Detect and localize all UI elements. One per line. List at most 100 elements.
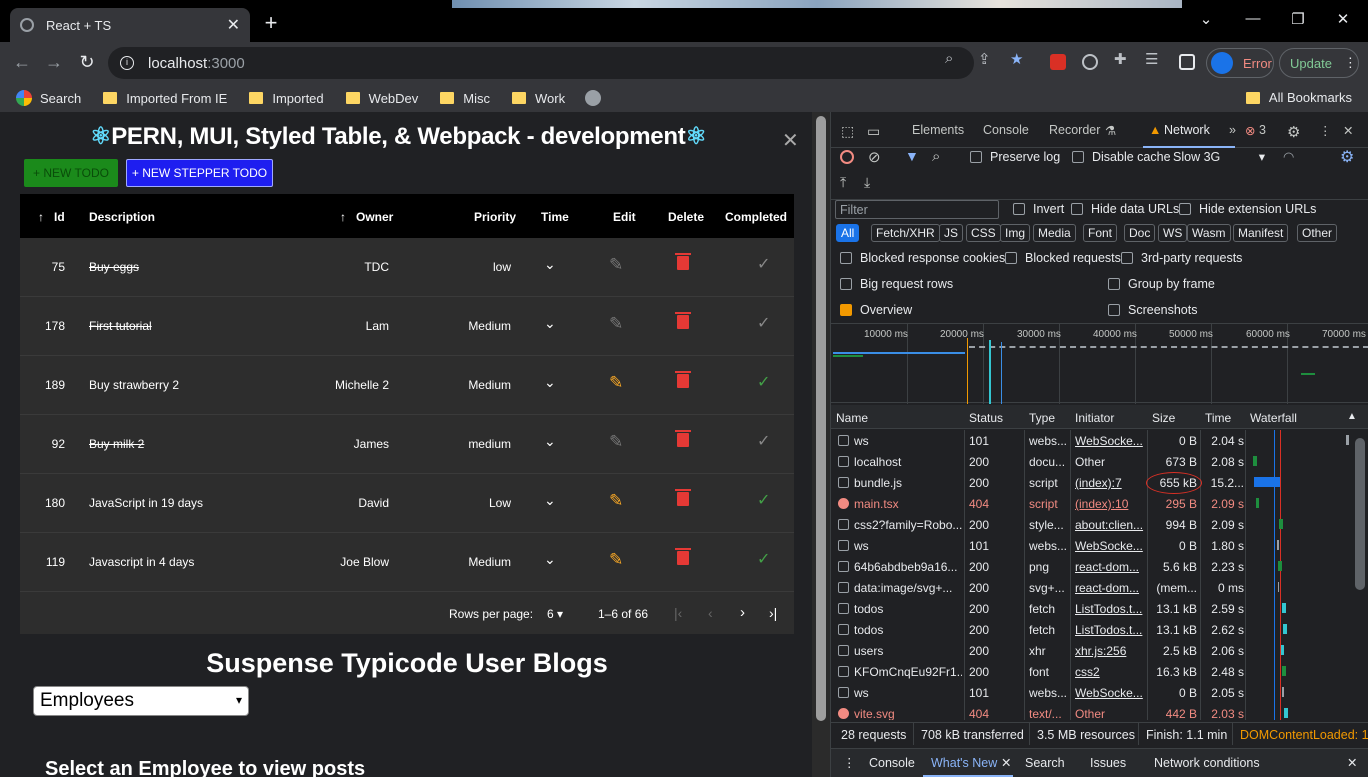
bookmark-folder-imported-from-ie[interactable]: Imported From IE — [103, 91, 227, 106]
minimize-button[interactable]: — — [1238, 10, 1268, 27]
type-filter-wasm[interactable]: Wasm — [1187, 224, 1231, 242]
prev-page-icon[interactable]: ‹ — [708, 605, 713, 621]
new-todo-button[interactable]: + NEW TODO — [24, 159, 118, 187]
request-initiator[interactable]: about:clien... — [1075, 518, 1145, 532]
request-initiator[interactable]: WebSocke... — [1075, 539, 1145, 553]
bookmark-folder-webdev[interactable]: WebDev — [345, 91, 418, 106]
filter-funnel-icon[interactable]: ▼ — [905, 148, 919, 164]
expand-time-chevron-icon[interactable]: ⌄ — [544, 551, 556, 568]
drawer-tab-console[interactable]: Console — [869, 756, 915, 770]
edit-pencil-icon[interactable]: ✎ — [609, 550, 623, 570]
tab-console[interactable]: Console — [983, 123, 1029, 137]
expand-time-chevron-icon[interactable]: ⌄ — [544, 256, 556, 273]
request-initiator[interactable]: react-dom... — [1075, 560, 1145, 574]
type-filter-all[interactable]: All — [836, 224, 860, 242]
invert-checkbox[interactable]: Invert — [1013, 202, 1064, 216]
completed-check-icon[interactable]: ✓ — [757, 490, 770, 510]
share-icon[interactable]: ⇪ — [978, 50, 991, 68]
request-initiator[interactable]: (index):7 — [1075, 476, 1145, 490]
type-filter-manifest[interactable]: Manifest — [1233, 224, 1289, 242]
request-initiator[interactable]: Other — [1075, 455, 1145, 469]
type-filter-doc[interactable]: Doc — [1124, 224, 1156, 242]
request-row[interactable]: localhost 200 docu... Other 673 B 2.08 s — [831, 451, 1351, 472]
error-icon[interactable]: ⊗ — [1245, 123, 1255, 138]
back-button[interactable]: ← — [10, 52, 34, 73]
request-row[interactable]: ws 101 webs... WebSocke... 0 B 2.04 s — [831, 430, 1351, 451]
column-header-waterfall[interactable]: Waterfall — [1250, 411, 1297, 425]
request-row[interactable]: ws 101 webs... WebSocke... 0 B 1.80 s — [831, 535, 1351, 556]
tab-elements[interactable]: Elements — [912, 123, 964, 137]
blocked-requests-checkbox[interactable]: Blocked requests — [1005, 251, 1121, 265]
type-filter-media[interactable]: Media — [1033, 224, 1076, 242]
export-har-icon[interactable]: ⤓ — [864, 174, 870, 191]
site-info-icon[interactable]: i — [120, 56, 134, 70]
tab-network[interactable]: Network — [1164, 123, 1210, 137]
close-drawer-icon[interactable]: ✕ — [1347, 755, 1357, 770]
bookmark-search[interactable]: Search — [16, 90, 81, 106]
type-filter-css[interactable]: CSS — [966, 224, 1001, 242]
request-initiator[interactable]: (index):10 — [1075, 497, 1145, 511]
edit-pencil-icon[interactable]: ✎ — [609, 255, 623, 275]
drawer-tab-network-conditions[interactable]: Network conditions — [1154, 756, 1260, 770]
expand-time-chevron-icon[interactable]: ⌄ — [544, 374, 556, 391]
scrollbar-thumb[interactable] — [816, 116, 826, 721]
profile-error-button[interactable]: Error — [1206, 48, 1274, 78]
bookmark-folder-work[interactable]: Work — [512, 91, 565, 106]
last-page-icon[interactable]: ›| — [769, 605, 777, 621]
delete-trash-icon[interactable] — [675, 371, 691, 388]
request-initiator[interactable]: WebSocke... — [1075, 434, 1145, 448]
sort-arrow-icon[interactable]: ↑ — [340, 210, 346, 224]
edit-pencil-icon[interactable]: ✎ — [609, 373, 623, 393]
disable-cache-checkbox[interactable]: Disable cache — [1072, 150, 1171, 164]
sort-arrow-icon[interactable]: ↑ — [38, 210, 44, 224]
overview-checkbox[interactable]: Overview — [840, 303, 912, 317]
request-row[interactable]: KFOmCnqEu92Fr1... 200 font css2 16.3 kB 2.48 … — [831, 661, 1351, 682]
completed-check-icon[interactable]: ✓ — [757, 431, 770, 451]
maximize-button[interactable]: ❐ — [1283, 10, 1313, 28]
expand-time-chevron-icon[interactable]: ⌄ — [544, 433, 556, 450]
delete-trash-icon[interactable] — [675, 489, 691, 506]
completed-check-icon[interactable]: ✓ — [757, 372, 770, 392]
edit-pencil-icon[interactable]: ✎ — [609, 432, 623, 452]
network-settings-gear-icon[interactable]: ⚙ — [1340, 147, 1354, 167]
request-initiator[interactable]: ListTodos.t... — [1075, 623, 1145, 637]
extension-icon[interactable] — [1050, 54, 1066, 70]
employee-select[interactable]: Employees ▾ — [33, 686, 249, 716]
column-header-type[interactable]: Type — [1029, 411, 1055, 425]
column-header-name[interactable]: Name — [836, 411, 868, 425]
preserve-log-checkbox[interactable]: Preserve log — [970, 150, 1060, 164]
column-header-time[interactable]: Time — [1205, 411, 1231, 425]
third-party-checkbox[interactable]: 3rd-party requests — [1121, 251, 1242, 265]
request-initiator[interactable]: WebSocke... — [1075, 686, 1145, 700]
completed-check-icon[interactable]: ✓ — [757, 549, 770, 569]
filter-input[interactable]: Filter — [835, 200, 999, 219]
delete-trash-icon[interactable] — [675, 253, 691, 270]
search-icon[interactable]: ⌕ — [932, 148, 940, 165]
error-count[interactable]: 3 — [1259, 123, 1266, 137]
type-filter-font[interactable]: Font — [1083, 224, 1118, 242]
close-devtools-icon[interactable]: ✕ — [1343, 123, 1353, 138]
request-initiator[interactable]: Other — [1075, 707, 1145, 720]
hide-extension-urls-checkbox[interactable]: Hide extension URLs — [1179, 202, 1316, 216]
record-extension-icon[interactable] — [1082, 54, 1098, 70]
devtools-menu-icon[interactable]: ⋮ — [1319, 123, 1332, 138]
request-initiator[interactable]: css2 — [1075, 665, 1145, 679]
request-list-scrollbar[interactable] — [1351, 430, 1368, 716]
delete-trash-icon[interactable] — [675, 430, 691, 447]
close-icon[interactable]: ✕ — [782, 128, 799, 153]
wifi-conditions-icon[interactable]: ◠ — [1283, 149, 1294, 165]
new-stepper-todo-button[interactable]: + NEW STEPPER TODO — [126, 159, 273, 187]
rows-per-page-select[interactable]: 6 ▾ — [547, 607, 563, 621]
throttling-select[interactable]: Slow 3G ▾ — [1173, 150, 1265, 164]
update-button[interactable]: Update ⋮ — [1279, 48, 1359, 78]
bookmark-folder-misc[interactable]: Misc — [440, 91, 490, 106]
completed-check-icon[interactable]: ✓ — [757, 254, 770, 274]
hide-data-urls-checkbox[interactable]: Hide data URLs — [1071, 202, 1179, 216]
close-drawer-tab-icon[interactable]: ✕ — [1001, 755, 1011, 770]
puzzle-extensions-icon[interactable]: ✚ — [1114, 50, 1127, 68]
request-row[interactable]: main.tsx 404 script (index):10 295 B 2.09 s — [831, 493, 1351, 514]
browser-tab[interactable]: React + TS ✕ — [10, 8, 250, 42]
delete-trash-icon[interactable] — [675, 312, 691, 329]
address-bar[interactable]: i localhost :3000 — [108, 47, 974, 79]
sort-up-icon[interactable]: ▲ — [1347, 411, 1357, 422]
